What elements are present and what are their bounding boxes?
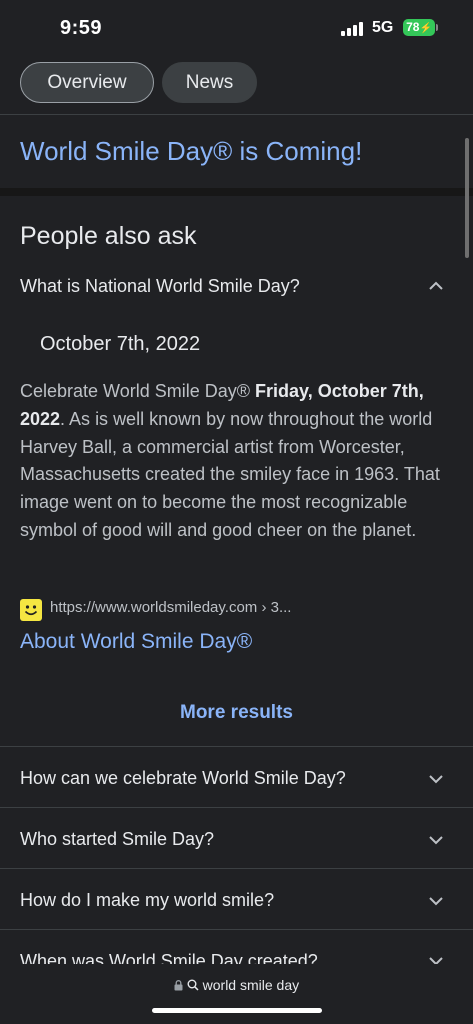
home-indicator[interactable] bbox=[152, 1008, 322, 1013]
answer-date: October 7th, 2022 bbox=[40, 333, 201, 355]
paa-question[interactable]: How can we celebrate World Smile Day? bbox=[0, 748, 473, 808]
paa-question[interactable]: When was World Smile Day created? bbox=[0, 931, 473, 964]
section-divider bbox=[0, 188, 473, 196]
question-text: Who started Smile Day? bbox=[20, 829, 215, 849]
divider bbox=[0, 746, 473, 747]
address-text: world smile day bbox=[202, 977, 300, 993]
source-url[interactable]: https://www.worldsmileday.com › 3... bbox=[50, 599, 291, 616]
status-bar: 9:59 5G 78⚡ bbox=[0, 0, 473, 56]
question-text: What is National World Smile Day? bbox=[20, 276, 300, 296]
battery-icon: 78⚡ bbox=[403, 19, 435, 36]
result-title-link[interactable]: World Smile Day® is Coming! bbox=[20, 136, 362, 167]
chevron-down-icon bbox=[429, 775, 443, 784]
more-results-button[interactable]: More results bbox=[0, 702, 473, 724]
battery-cap bbox=[436, 24, 438, 31]
paa-question-expanded[interactable]: What is National World Smile Day? bbox=[0, 256, 473, 316]
tab-overview[interactable]: Overview bbox=[20, 62, 154, 103]
divider bbox=[0, 807, 473, 808]
source-title-link[interactable]: About World Smile Day® bbox=[20, 630, 252, 654]
chevron-down-icon bbox=[429, 957, 443, 964]
people-also-ask-heading: People also ask bbox=[20, 222, 197, 250]
question-text: How can we celebrate World Smile Day? bbox=[20, 768, 346, 788]
chevron-up-icon bbox=[429, 281, 443, 290]
chevron-down-icon bbox=[429, 897, 443, 906]
smiley-favicon-icon bbox=[20, 599, 42, 621]
divider bbox=[0, 868, 473, 869]
question-text: How do I make my world smile? bbox=[20, 890, 275, 910]
cellular-signal-icon bbox=[341, 22, 363, 36]
paa-question[interactable]: How do I make my world smile? bbox=[0, 870, 473, 930]
paa-question[interactable]: Who started Smile Day? bbox=[0, 809, 473, 869]
battery-level: 78 bbox=[406, 20, 420, 34]
scrollbar[interactable] bbox=[465, 138, 469, 258]
address-bar[interactable]: world smile day bbox=[0, 977, 473, 993]
divider bbox=[0, 929, 473, 930]
answer-text-before: Celebrate World Smile Day® bbox=[20, 381, 256, 401]
lock-icon bbox=[174, 980, 183, 991]
question-text: When was World Smile Day created? bbox=[20, 951, 318, 964]
status-time: 9:59 bbox=[60, 17, 103, 39]
answer-snippet: Celebrate World Smile Day® Friday, Octob… bbox=[20, 378, 448, 545]
chevron-down-icon bbox=[429, 836, 443, 845]
network-type: 5G bbox=[372, 19, 394, 36]
tab-news[interactable]: News bbox=[162, 62, 257, 103]
divider bbox=[0, 114, 473, 115]
search-icon bbox=[187, 979, 199, 991]
answer-text-after: . As is well known by now throughout the… bbox=[20, 408, 440, 540]
